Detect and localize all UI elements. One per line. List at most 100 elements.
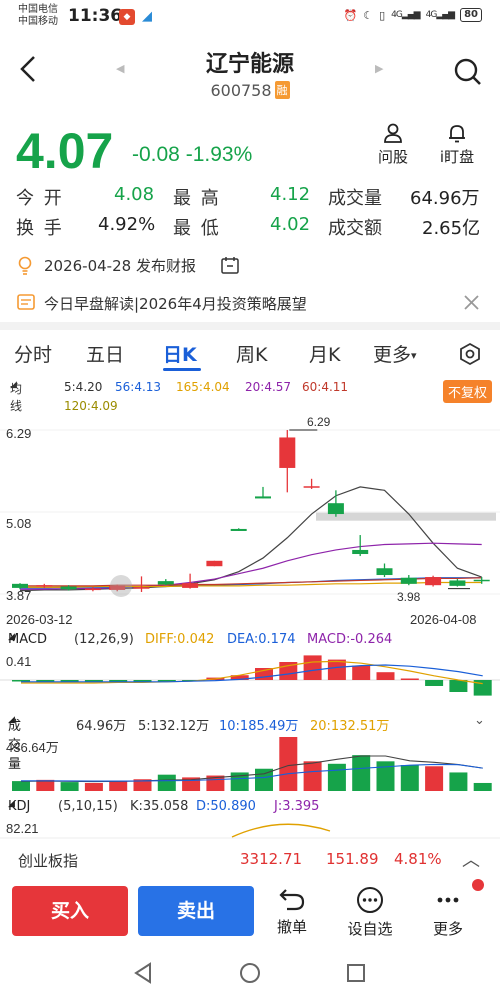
clock: 11:36 [68, 6, 123, 26]
kline-chart[interactable]: 6.29 5.08 3.87 6.29 3.98 2026-03-12 2026… [0, 415, 500, 628]
volume-bar [12, 781, 30, 791]
candle-body [133, 587, 150, 589]
kdj-y-top: 82.21 [6, 821, 39, 836]
kdj-chart[interactable]: 82.21 [0, 819, 500, 839]
kdj-params: (5,10,15) [58, 799, 118, 814]
kdj-j: J:3.395 [274, 799, 320, 814]
high-value: 4.12 [270, 184, 311, 205]
kline-y-mid: 5.08 [6, 516, 32, 531]
cancel-order-label: 撤单 [276, 918, 307, 936]
system-nav-bar [0, 946, 500, 1000]
index-ticker[interactable]: 创业板指 3312.71 151.89 4.81% ︿ [0, 840, 500, 880]
volume-label: 成交量 [328, 188, 382, 209]
buy-button[interactable]: 买入 [12, 886, 128, 936]
tab-intraday[interactable]: 分时 [14, 340, 52, 367]
section-divider [0, 322, 500, 330]
macd-legend: MACD ◢ (12,26,9) DIFF:0.042 DEA:0.174 MAC… [8, 632, 393, 647]
high-label: 最 高 [173, 188, 221, 209]
recents-square-icon[interactable] [345, 962, 367, 984]
tab-five-day[interactable]: 五日 [86, 340, 124, 367]
macd-params: (12,26,9) [74, 632, 134, 647]
undo-icon [279, 889, 305, 911]
candle-body [425, 577, 442, 586]
open-label: 今 开 [16, 188, 64, 209]
next-stock-arrow[interactable]: ▶ [375, 62, 383, 75]
cancel-order-button[interactable]: 撤单 [262, 886, 322, 937]
back-triangle-icon[interactable] [133, 962, 153, 984]
home-circle-icon[interactable] [239, 962, 261, 984]
news-banner[interactable]: 今日早盘解读|2026年4月投资策略展望 [0, 286, 500, 320]
macd-bar [352, 665, 371, 680]
kline-y-bottom: 3.87 [6, 588, 32, 603]
amount-value: 2.65亿 [422, 218, 481, 239]
volume-bar [352, 755, 371, 791]
kline-low-marker: 3.98 [397, 590, 421, 604]
candle-body [255, 496, 271, 499]
adjust-button[interactable]: 不复权 [442, 380, 492, 403]
macd-y-top: 0.41 [6, 654, 32, 669]
stock-code-row: 600758 融 [0, 81, 500, 100]
volume-y-top: 436.64万 [6, 740, 59, 755]
tab-daily-k[interactable]: 日K [163, 340, 197, 367]
volume-bar [449, 772, 468, 791]
chevron-up-icon[interactable]: ︿ [462, 846, 480, 872]
sell-button[interactable]: 卖出 [138, 886, 254, 936]
candle-body [352, 549, 369, 555]
tab-more[interactable]: 更多▾ [373, 340, 417, 367]
system-status: ⏰ ☾ ▯ 4G▂▄▆ 4G▂▄▆ 80 [343, 8, 482, 22]
quote-row-2: 换 手 4.92% 最 低 4.02 成交额 2.65亿 [0, 214, 500, 240]
caret-down-icon: ▾ [411, 349, 417, 362]
candle-body [230, 528, 247, 531]
earnings-report-row[interactable]: 2026-04-28 发布财报 [0, 250, 500, 280]
vibrate-icon: ▯ [379, 8, 386, 22]
index-value: 3312.71 [240, 850, 303, 868]
cursor-dot [110, 575, 132, 597]
candle-body [473, 579, 490, 582]
more-circle-icon [357, 887, 383, 913]
carrier-info: 中国电信 中国移动 [18, 4, 58, 28]
news-text: 今日早盘解读|2026年4月投资策略展望 [44, 295, 307, 313]
signal-2: 4G▂▄▆ [425, 10, 455, 20]
more-button[interactable]: 更多 [418, 886, 478, 939]
candle-body [206, 560, 223, 567]
candle-body [84, 588, 101, 591]
volume-legend: 成交量 ◢ 64.96万 5:132.12万 10:185.49万 20:132.… [8, 713, 485, 772]
volume-ma10: 10:185.49万 [219, 719, 299, 734]
carrier-2: 中国移动 [18, 16, 58, 27]
tab-monthly-k[interactable]: 月K [309, 340, 340, 367]
index-change: 151.89 [326, 850, 379, 868]
candle-body [303, 486, 320, 488]
ask-stock-button[interactable]: 问股 [368, 122, 418, 167]
index-name: 创业板指 [18, 852, 79, 870]
search-button[interactable] [454, 58, 481, 85]
macd-chart[interactable]: 0.41 [0, 652, 500, 708]
quote-row-1: 今 开 4.08 最 高 4.12 成交量 64.96万 [0, 184, 500, 210]
tab-weekly-k[interactable]: 周K [236, 340, 267, 367]
add-watchlist-button[interactable]: 设自选 [340, 886, 400, 939]
lightbulb-icon [18, 256, 32, 275]
watch-button[interactable]: i盯盘 [432, 122, 482, 167]
chevron-down-icon[interactable]: ⌄ [474, 713, 485, 728]
macd-bar [425, 680, 444, 686]
low-value: 4.02 [270, 214, 311, 235]
macd-bar [303, 655, 322, 680]
trade-action-bar: 买入 卖出 撤单 设自选 更多 [0, 879, 500, 946]
amount-label: 成交额 [328, 218, 382, 239]
alarm-icon: ⏰ [343, 8, 358, 22]
app-notification-icon-2: ◢ [139, 9, 155, 25]
price-change: -0.08 -1.93% [132, 143, 252, 167]
period-tabs: 分时 五日 日K 周K 月K 更多▾ [0, 334, 500, 374]
volume-bar [84, 782, 103, 791]
settings-hex-icon[interactable] [458, 342, 482, 366]
kdj-svg [0, 823, 500, 839]
ma5-value: 5:4.20 [64, 380, 103, 394]
volume-svg [12, 737, 492, 791]
battery-indicator: 80 [460, 8, 482, 22]
volume-chart[interactable]: 436.64万 [0, 735, 500, 793]
moon-icon: ☾ [363, 8, 374, 22]
volume-bar [109, 780, 128, 791]
close-icon[interactable] [464, 295, 479, 310]
ma120-value: 120:4.09 [64, 399, 118, 413]
volume-bar [303, 761, 322, 791]
app-notification-icon: ◆ [119, 9, 135, 25]
